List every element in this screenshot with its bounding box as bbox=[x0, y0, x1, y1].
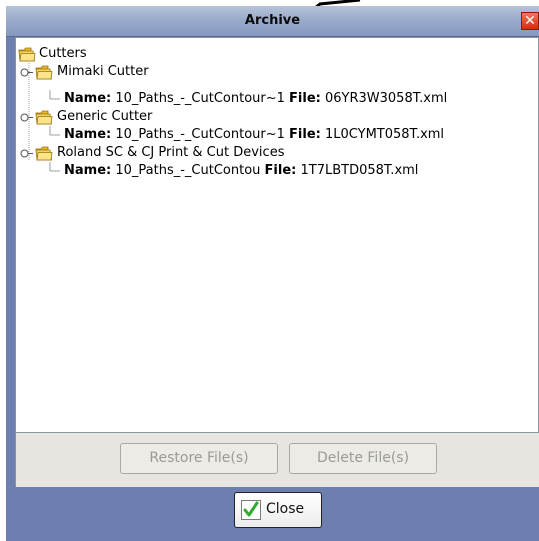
file-key: File: bbox=[264, 163, 297, 178]
close-button-label: Close bbox=[266, 501, 305, 517]
tree-node-label: Generic Cutter bbox=[57, 109, 153, 124]
folder-open-icon bbox=[18, 47, 36, 62]
close-button[interactable]: Close bbox=[234, 492, 322, 528]
tree-node-label: Mimaki Cutter bbox=[57, 64, 149, 79]
folder-open-icon bbox=[35, 65, 53, 80]
file-key: File: bbox=[289, 91, 321, 106]
file-id-value: 1T7LBTD058T.xml bbox=[300, 163, 419, 178]
file-name-value: 10_Paths_-_CutContour~1 bbox=[115, 91, 285, 106]
folder-open-icon bbox=[35, 146, 53, 161]
archive-tree[interactable]: Cutters Mimaki Cutter Name: 10_Paths_-_C… bbox=[15, 37, 539, 433]
title-bar[interactable]: Archive ✕ bbox=[6, 6, 539, 37]
archive-file-item[interactable]: Name: 10_Paths_-_CutContou File: 1T7LBTD… bbox=[64, 162, 418, 180]
name-key: Name: bbox=[64, 127, 112, 142]
file-key: File: bbox=[289, 127, 321, 142]
archive-file-item[interactable]: Name: 10_Paths_-_CutContour~1 File: 06YR… bbox=[64, 90, 447, 108]
name-key: Name: bbox=[64, 163, 112, 178]
file-id-value: 06YR3W3058T.xml bbox=[325, 91, 448, 106]
file-name-value: 10_Paths_-_CutContou bbox=[115, 163, 261, 178]
action-button-bar: Restore File(s) Delete File(s) bbox=[15, 433, 539, 487]
file-id-value: 1L0CYMT058T.xml bbox=[325, 127, 445, 142]
checkmark-icon bbox=[241, 500, 261, 520]
dialog-title: Archive bbox=[244, 13, 301, 28]
delete-files-button[interactable]: Delete File(s) bbox=[289, 443, 437, 474]
name-key: Name: bbox=[64, 91, 112, 106]
folder-open-icon bbox=[35, 110, 53, 125]
tree-root-label: Cutters bbox=[39, 46, 87, 61]
tree-node-label: Roland SC & CJ Print & Cut Devices bbox=[57, 145, 285, 160]
file-name-value: 10_Paths_-_CutContour~1 bbox=[115, 127, 285, 142]
restore-files-button[interactable]: Restore File(s) bbox=[120, 443, 278, 474]
close-window-icon[interactable]: ✕ bbox=[521, 12, 539, 30]
archive-file-item[interactable]: Name: 10_Paths_-_CutContour~1 File: 1L0C… bbox=[64, 126, 444, 144]
archive-dialog: Archive ✕ Cutters Mimaki Cutter Name: 10… bbox=[6, 6, 539, 541]
